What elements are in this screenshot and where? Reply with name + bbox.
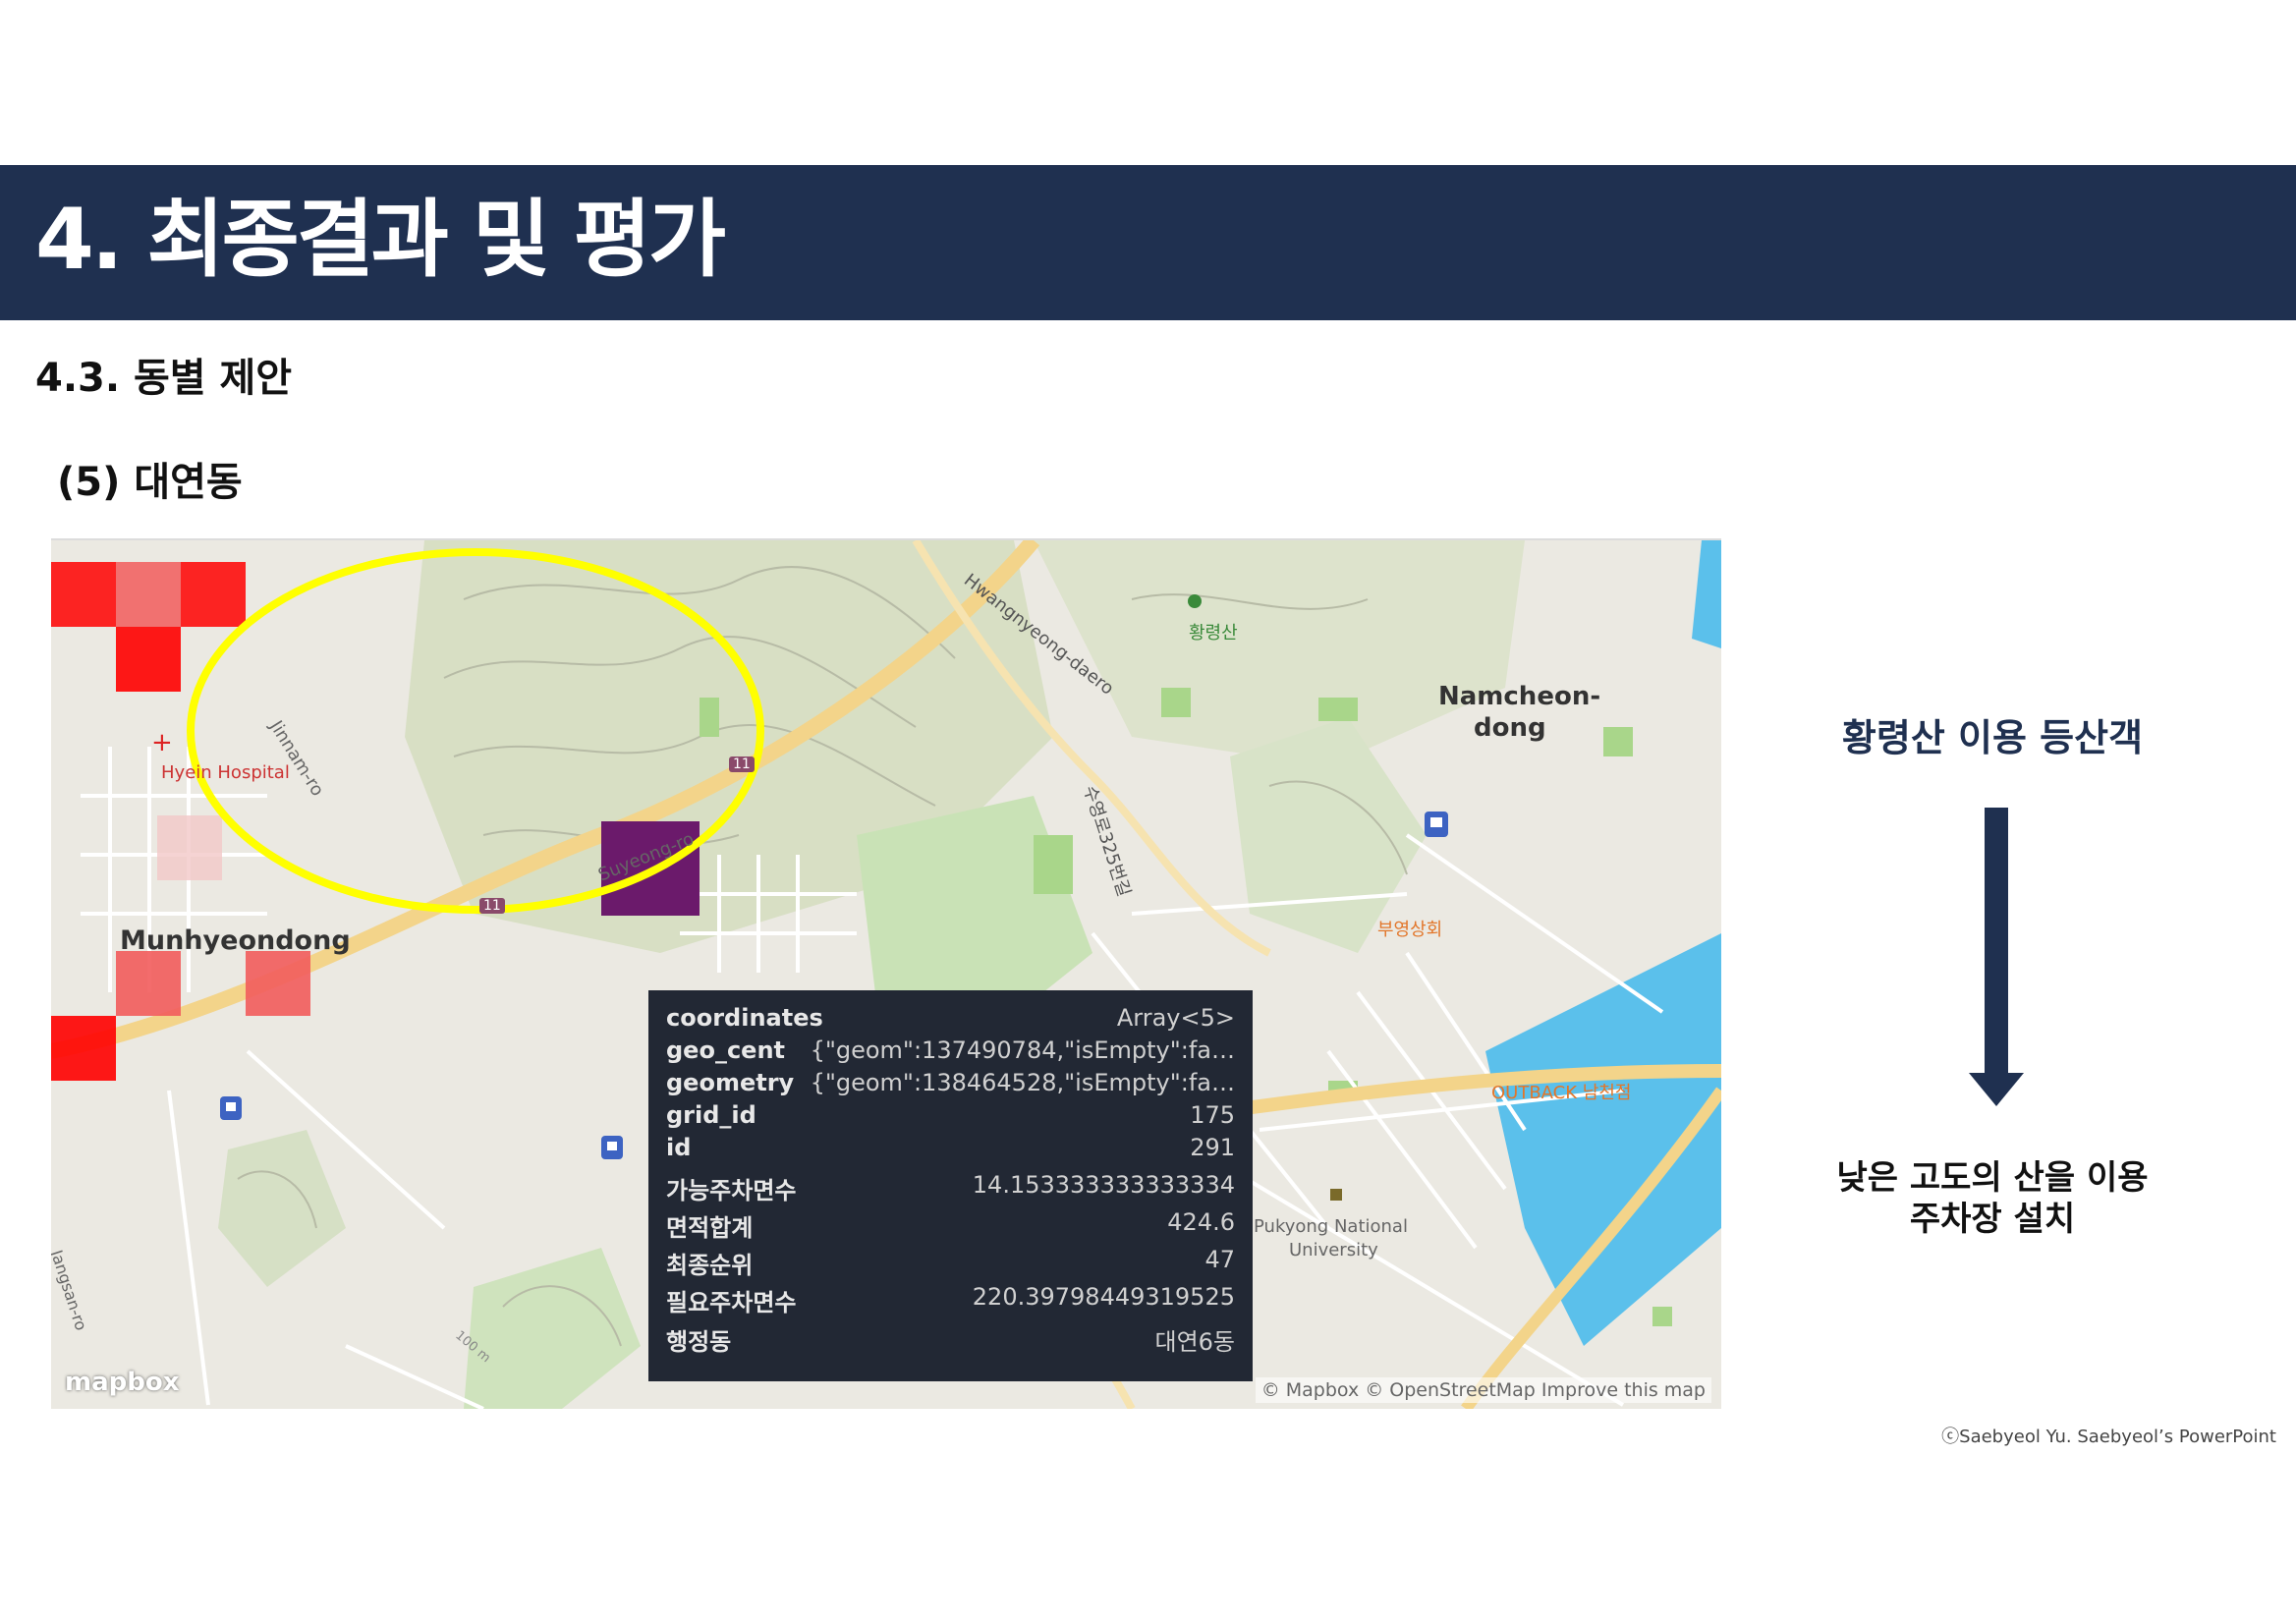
tooltip-value: 175 (1190, 1101, 1235, 1129)
road-shield: 11 (479, 898, 505, 914)
grid-cell[interactable] (246, 951, 310, 1016)
tooltip-row: 행정동 대연6동 (666, 1322, 1235, 1356)
side-result: 낮은 고도의 산을 이용 주차장 설치 (1806, 1157, 2179, 1240)
tooltip-row: 최종순위 47 (666, 1246, 1235, 1279)
subway-icon (601, 1136, 623, 1159)
map-view[interactable]: + Hyein Hospital Jinnam-ro Munhyeondong … (51, 538, 1721, 1409)
side-result-line2: 주차장 설치 (1909, 1200, 2076, 1239)
slide-title: 4. 최종결과 및 평가 (35, 191, 726, 289)
subway-icon (1425, 812, 1448, 837)
tooltip-row: 면적합계 424.6 (666, 1208, 1235, 1242)
road-shield: 11 (729, 756, 755, 772)
copyright-text: ⓒSaebyeol Yu. Saebyeol’s PowerPoint (1941, 1427, 2276, 1447)
poi-label: Pukyong National (1254, 1216, 1408, 1237)
down-arrow-icon (1969, 808, 2024, 1106)
tooltip-key: geo_cent (666, 1036, 786, 1064)
tooltip-row: geometry {"geom":138464528,"isEmpty":fa… (666, 1069, 1235, 1102)
hospital-label: Hyein Hospital (161, 762, 290, 783)
tooltip-value: 220.39798449319525 (972, 1283, 1235, 1311)
tooltip-row: 필요주차면수 220.39798449319525 (666, 1283, 1235, 1316)
district-label: Namcheon- (1438, 682, 1601, 711)
grid-cell[interactable] (51, 562, 116, 627)
grid-cell[interactable] (51, 1016, 116, 1081)
tooltip-key: 가능주차면수 (666, 1177, 797, 1204)
poi-label: OUTBACK 남천점 (1491, 1083, 1632, 1103)
tooltip-value: 291 (1190, 1134, 1235, 1161)
mountain-peak-icon (1188, 594, 1202, 608)
university-icon (1330, 1189, 1342, 1201)
tooltip-value: {"geom":138464528,"isEmpty":fa… (810, 1069, 1235, 1096)
tooltip-row: id 291 (666, 1134, 1235, 1167)
district-label: dong (1474, 713, 1546, 743)
hospital-icon: + (151, 728, 173, 757)
feature-tooltip: coordinates Array<5> geo_cent {"geom":1374… (648, 990, 1253, 1381)
tooltip-key: 면적합계 (666, 1214, 754, 1242)
subway-icon (220, 1096, 242, 1120)
tooltip-key: coordinates (666, 1004, 823, 1032)
grid-cell[interactable] (116, 627, 181, 692)
tooltip-row: geo_cent {"geom":137490784,"isEmpty":fa… (666, 1036, 1235, 1070)
tooltip-key: grid_id (666, 1101, 756, 1129)
tooltip-value: 14.153333333333334 (972, 1171, 1235, 1199)
tooltip-value: 424.6 (1167, 1208, 1235, 1236)
subsection-title: (5) 대연동 (57, 460, 243, 505)
mountain-label: 황령산 (1189, 623, 1238, 644)
tooltip-row: 가능주차면수 14.153333333333334 (666, 1171, 1235, 1204)
poi-label: 부영상회 (1377, 920, 1443, 940)
section-title: 4.3. 동별 제안 (35, 356, 293, 401)
grid-cell[interactable] (116, 562, 181, 627)
map-attribution[interactable]: © Mapbox © OpenStreetMap Improve this ma… (1255, 1377, 1711, 1403)
district-label: Munhyeondong (120, 925, 351, 956)
tooltip-value: 47 (1204, 1246, 1235, 1273)
side-heading: 황령산 이용 등산객 (1841, 716, 2144, 759)
tooltip-value: {"geom":137490784,"isEmpty":fa… (810, 1036, 1235, 1064)
tooltip-row: grid_id 175 (666, 1101, 1235, 1135)
side-result-line1: 낮은 고도의 산을 이용 (1836, 1158, 2149, 1198)
tooltip-value: Array<5> (1116, 1004, 1235, 1032)
tooltip-key: 최종순위 (666, 1252, 754, 1279)
tooltip-row: coordinates Array<5> (666, 1004, 1235, 1037)
tooltip-key: id (666, 1134, 692, 1161)
tooltip-key: 필요주차면수 (666, 1289, 797, 1316)
poi-label: University (1289, 1240, 1378, 1260)
grid-cell[interactable] (116, 951, 181, 1016)
tooltip-key: geometry (666, 1069, 795, 1096)
grid-cell[interactable] (157, 815, 222, 880)
tooltip-value: 대연6동 (1154, 1328, 1235, 1356)
mapbox-logo[interactable]: mapbox (65, 1368, 180, 1397)
grid-cell[interactable] (181, 562, 246, 627)
tooltip-key: 행정동 (666, 1328, 732, 1356)
